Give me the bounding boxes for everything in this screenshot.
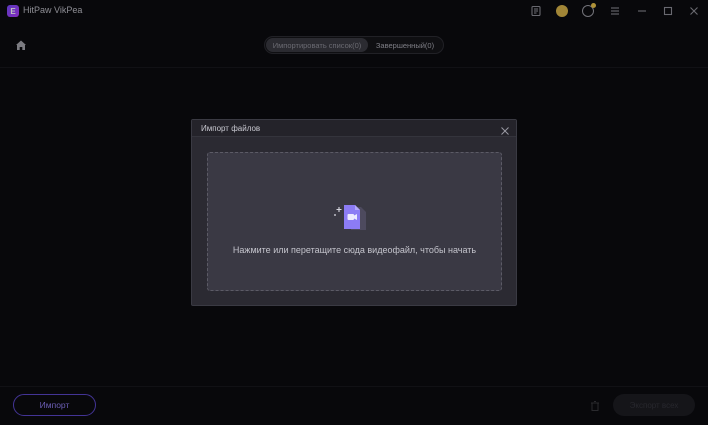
dialog-title: Импорт файлов [201,124,261,133]
dialog-header: Импорт файлов [192,120,516,137]
dialog-close-icon[interactable] [500,123,510,135]
file-drop-zone[interactable]: Нажмите или перетащите сюда видеофайл, ч… [207,152,502,291]
video-file-icon [330,201,374,235]
drop-instruction: Нажмите или перетащите сюда видеофайл, ч… [232,245,477,255]
import-files-dialog: Импорт файлов Нажмите или перетащите сюд… [191,119,517,306]
